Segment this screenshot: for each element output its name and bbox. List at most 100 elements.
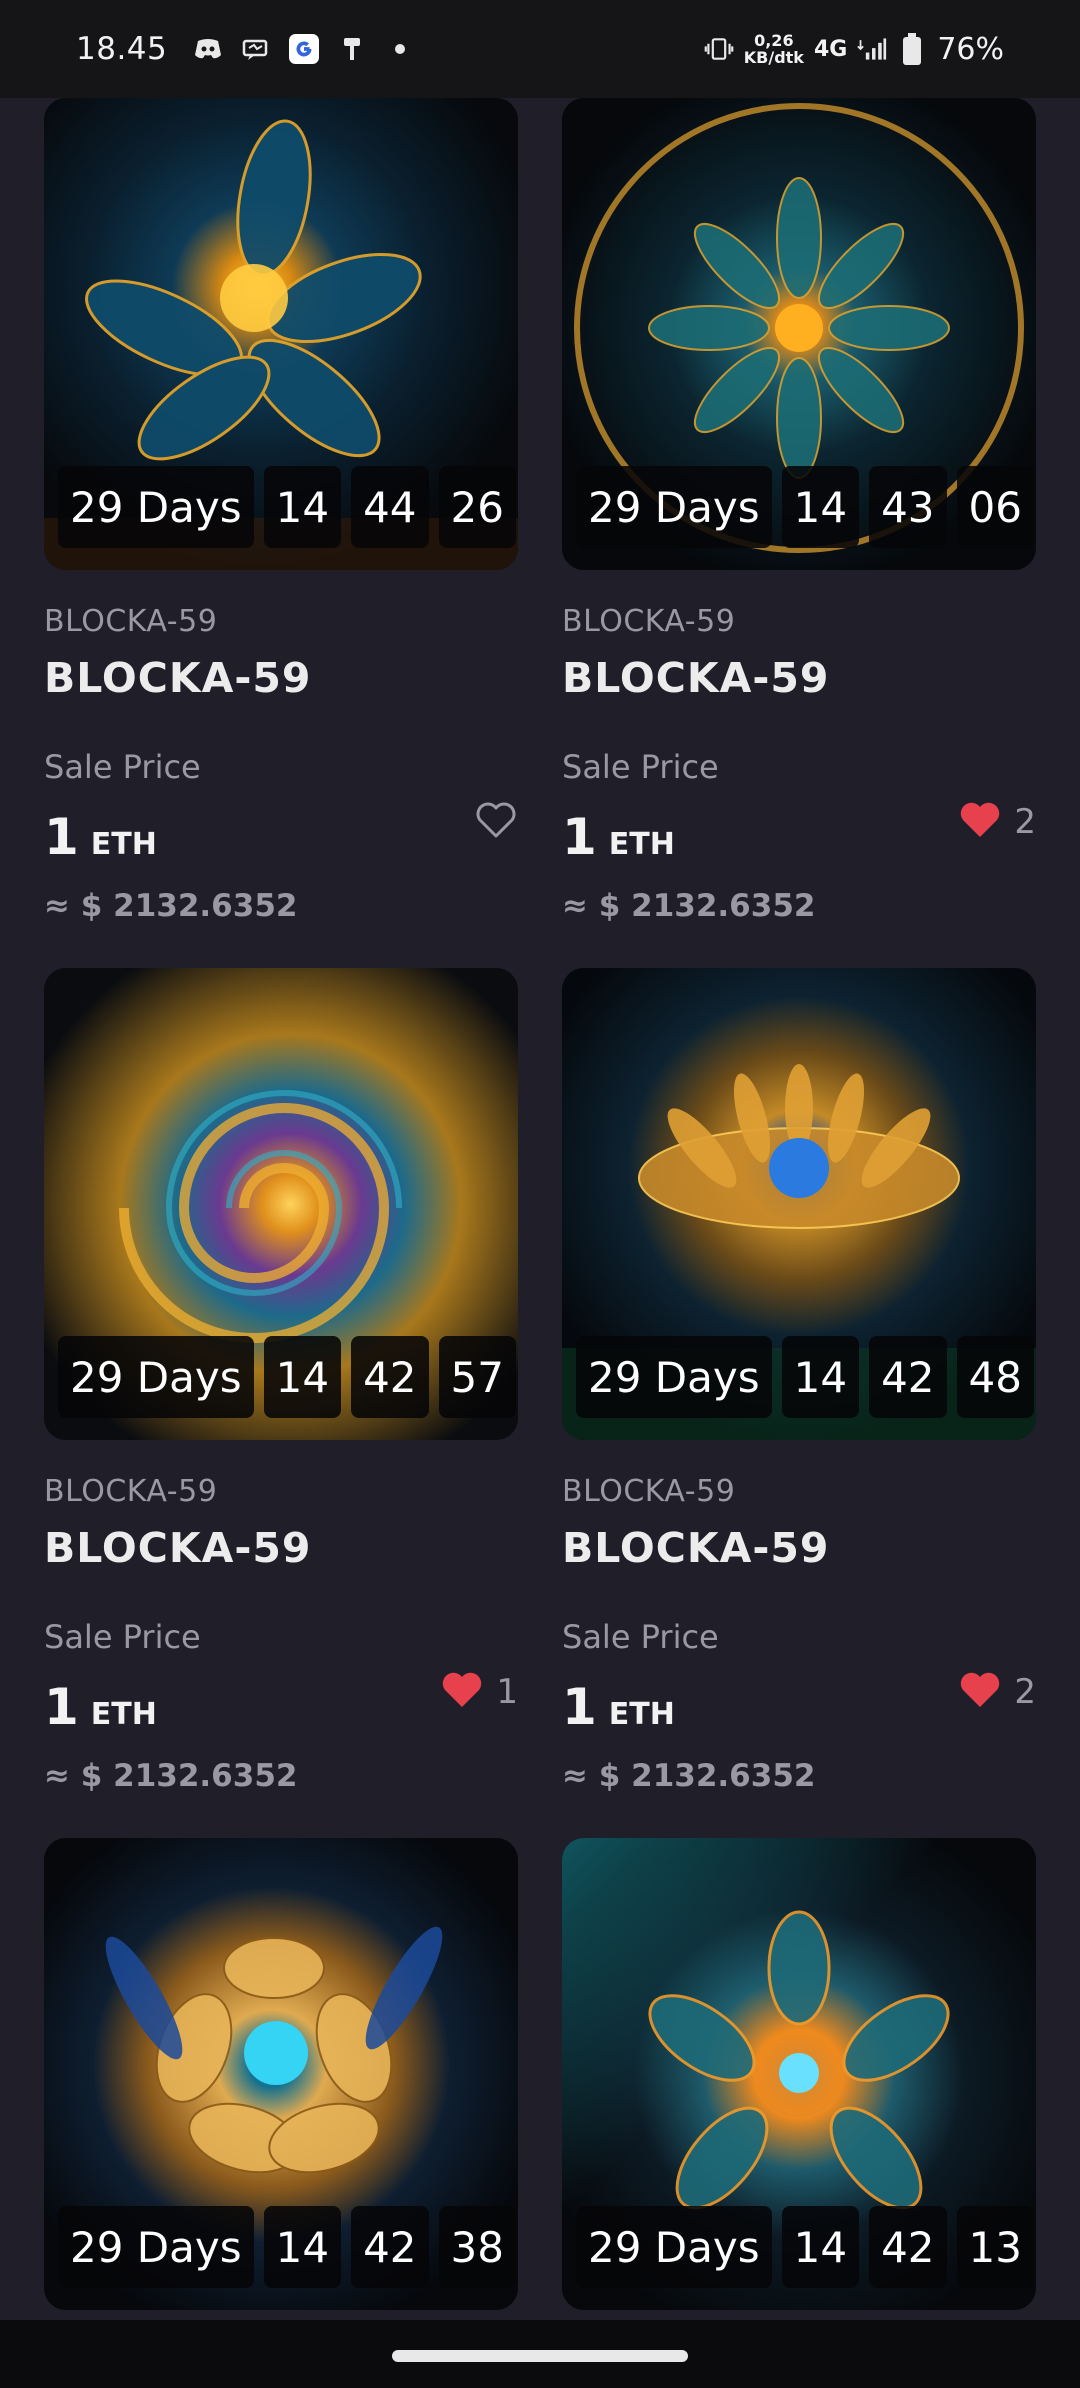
nft-title[interactable]: BLOCKA-59 — [562, 1524, 829, 1572]
timer-hours: 14 — [781, 466, 860, 548]
discord-icon — [193, 34, 223, 64]
sale-price-label: Sale Price — [44, 748, 201, 786]
net-speed-unit: KB/dtk — [743, 48, 804, 67]
nft-artwork[interactable]: 29 Days 14 42 57 — [44, 968, 518, 1440]
nft-artwork[interactable]: 29 Days 14 42 48 — [562, 968, 1036, 1440]
price: 1 ETH — [44, 1678, 157, 1736]
timer-days: 29 Days — [576, 2206, 772, 2288]
like-control[interactable]: 1 — [440, 1670, 518, 1714]
dot-icon — [385, 34, 415, 64]
price: 1 ETH — [562, 808, 675, 866]
navigation-bar — [0, 2320, 1080, 2388]
heart-outline-icon[interactable] — [474, 800, 518, 844]
like-control[interactable]: 2 — [958, 1670, 1036, 1714]
vibrate-icon — [704, 34, 734, 64]
countdown-timer: 29 Days 14 43 06 — [576, 466, 1034, 548]
nft-title[interactable]: BLOCKA-59 — [44, 654, 311, 702]
status-time: 18.45 — [76, 31, 168, 67]
collection-name: BLOCKA-59 — [44, 1474, 218, 1509]
countdown-timer: 29 Days 14 42 57 — [58, 1336, 516, 1418]
nft-card[interactable]: 29 Days 14 44 26 BLOCKA-59 BLOCKA-59 Sal… — [44, 98, 518, 958]
nft-card[interactable]: 29 Days 14 42 57 BLOCKA-59 BLOCKA-59 Sal… — [44, 968, 518, 1828]
battery-percent: 76% — [937, 31, 1004, 67]
heart-filled-icon[interactable] — [958, 1670, 1002, 1714]
notification-icons — [193, 34, 415, 64]
nft-artwork[interactable]: 29 Days 14 42 13 — [562, 1838, 1036, 2310]
like-count: 2 — [1014, 802, 1036, 842]
price-amount: 1 — [44, 808, 79, 866]
price-currency: ETH — [608, 1697, 675, 1732]
usd-price: ≈ $ 2132.6352 — [44, 1758, 298, 1794]
home-gesture-handle[interactable] — [392, 2350, 688, 2362]
price-currency: ETH — [90, 1697, 157, 1732]
like-count: 1 — [496, 1672, 518, 1712]
countdown-timer: 29 Days 14 42 38 — [58, 2206, 516, 2288]
heart-filled-icon[interactable] — [440, 1670, 484, 1714]
nft-card[interactable]: 29 Days 14 42 38 — [44, 1838, 518, 2318]
usd-price: ≈ $ 2132.6352 — [44, 888, 298, 924]
collection-name: BLOCKA-59 — [562, 1474, 736, 1509]
timer-minutes: 44 — [351, 466, 429, 548]
timer-minutes: 42 — [869, 2206, 947, 2288]
timer-days: 29 Days — [58, 466, 254, 548]
status-bar: 18.45 0,26 KB/dtk 4G 76% — [0, 0, 1080, 98]
countdown-timer: 29 Days 14 42 48 — [576, 1336, 1034, 1418]
nft-title[interactable]: BLOCKA-59 — [44, 1524, 311, 1572]
sale-price-label: Sale Price — [562, 1618, 719, 1656]
timer-seconds: 13 — [956, 2206, 1034, 2288]
timer-minutes: 42 — [351, 2206, 429, 2288]
nft-title[interactable]: BLOCKA-59 — [562, 654, 829, 702]
message-icon — [241, 34, 271, 64]
like-control[interactable] — [474, 800, 518, 844]
sale-price-label: Sale Price — [44, 1618, 201, 1656]
timer-hours: 14 — [781, 2206, 860, 2288]
nft-card[interactable]: 29 Days 14 43 06 BLOCKA-59 BLOCKA-59 Sal… — [562, 98, 1036, 958]
timer-minutes: 42 — [351, 1336, 429, 1418]
heart-filled-icon[interactable] — [958, 800, 1002, 844]
price: 1 ETH — [562, 1678, 675, 1736]
countdown-timer: 29 Days 14 44 26 — [58, 466, 516, 548]
timer-hours: 14 — [781, 1336, 860, 1418]
paint-icon — [337, 34, 367, 64]
price-amount: 1 — [562, 808, 597, 866]
price-amount: 1 — [44, 1678, 79, 1736]
timer-days: 29 Days — [58, 1336, 254, 1418]
usd-price: ≈ $ 2132.6352 — [562, 1758, 816, 1794]
timer-minutes: 43 — [869, 466, 947, 548]
collection-name: BLOCKA-59 — [562, 604, 736, 639]
battery-icon — [897, 33, 927, 65]
timer-seconds: 57 — [438, 1336, 516, 1418]
net-speed: 0,26 KB/dtk — [744, 32, 804, 66]
timer-hours: 14 — [263, 466, 342, 548]
timer-minutes: 42 — [869, 1336, 947, 1418]
timer-days: 29 Days — [576, 466, 772, 548]
timer-days: 29 Days — [58, 2206, 254, 2288]
like-count: 2 — [1014, 1672, 1036, 1712]
nft-artwork[interactable]: 29 Days 14 43 06 — [562, 98, 1036, 570]
system-icons: 0,26 KB/dtk 4G 76% — [704, 32, 1004, 67]
price-currency: ETH — [90, 827, 157, 862]
timer-seconds: 38 — [438, 2206, 516, 2288]
nft-artwork[interactable]: 29 Days 14 44 26 — [44, 98, 518, 570]
price-currency: ETH — [608, 827, 675, 862]
google-icon — [289, 34, 320, 64]
timer-hours: 14 — [263, 1336, 342, 1418]
nft-card[interactable]: 29 Days 14 42 13 — [562, 1838, 1036, 2318]
like-control[interactable]: 2 — [958, 800, 1036, 844]
network-type: 4G — [813, 36, 848, 62]
signal-icon — [857, 34, 887, 64]
timer-seconds: 06 — [956, 466, 1034, 548]
usd-price: ≈ $ 2132.6352 — [562, 888, 816, 924]
price: 1 ETH — [44, 808, 157, 866]
collection-name: BLOCKA-59 — [44, 604, 218, 639]
sale-price-label: Sale Price — [562, 748, 719, 786]
nft-card[interactable]: 29 Days 14 42 48 BLOCKA-59 BLOCKA-59 Sal… — [562, 968, 1036, 1828]
countdown-timer: 29 Days 14 42 13 — [576, 2206, 1034, 2288]
timer-seconds: 48 — [956, 1336, 1034, 1418]
timer-seconds: 26 — [438, 466, 516, 548]
net-speed-value: 0,26 — [754, 31, 794, 50]
nft-artwork[interactable]: 29 Days 14 42 38 — [44, 1838, 518, 2310]
timer-hours: 14 — [263, 2206, 342, 2288]
price-amount: 1 — [562, 1678, 597, 1736]
timer-days: 29 Days — [576, 1336, 772, 1418]
